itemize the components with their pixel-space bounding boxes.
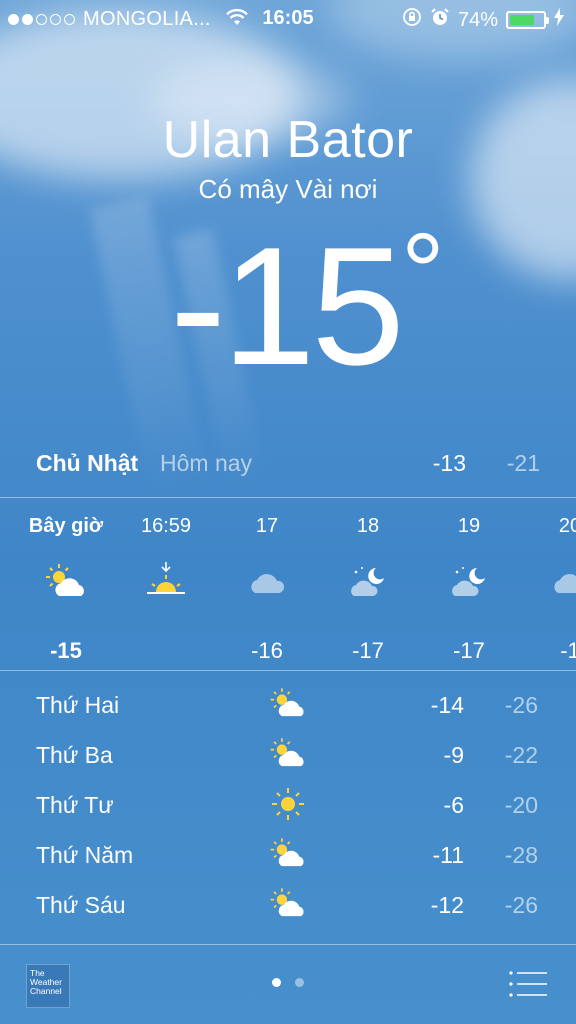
hourly-item: 17 -16 [217,512,317,668]
city-list-button[interactable] [508,970,548,998]
page-dot[interactable] [295,978,304,987]
page-indicator[interactable] [0,978,576,987]
battery-percent: 74% [457,8,498,31]
page-dot[interactable] [272,978,281,987]
partly-cloudy-sun-icon [270,738,304,767]
today-high: -13 [432,450,466,476]
rotation-lock-icon [402,7,422,33]
partly-cloudy-sun-icon [270,688,304,717]
sun-icon [272,788,304,820]
today-low: -21 [506,450,540,476]
daily-row: Thứ Tư -6 -20 [36,784,540,824]
divider [0,670,576,671]
divider [0,497,576,498]
hourly-item: 18 -17 [318,512,418,668]
weather-condition: Có mây Vài nơi [198,174,378,204]
partly-cloudy-sun-icon [270,838,304,867]
daily-row: Thứ Ba -9 -22 [36,734,540,774]
charging-bolt-icon [554,8,564,32]
hourly-item: 19 -17 [419,512,519,668]
cloud-icon [217,552,317,612]
hourly-item: 20 -1 [520,512,576,668]
cloud-icon [520,552,576,612]
partly-cloudy-night-icon [318,552,418,612]
today-label: Hôm nay [160,450,253,476]
bottom-toolbar: The Weather Channel [0,944,576,1024]
daily-row: Thứ Sáu -12 -26 [36,884,540,924]
partly-cloudy-sun-icon [270,888,304,917]
daily-row: Thứ Năm -11 -28 [36,834,540,874]
partly-cloudy-night-icon [419,552,519,612]
today-summary-row: Chủ Nhật Hôm nay -13 -21 [36,450,540,486]
alarm-icon [430,7,450,33]
hourly-item: Bây giờ -15 [16,512,116,668]
current-temperature: -15° [170,211,445,400]
list-icon [509,971,547,997]
today-day: Chủ Nhật [36,450,139,476]
city-name: Ulan Bator [162,111,414,169]
status-bar: MONGOLIA... 16:05 74% [0,0,576,40]
hourly-forecast-strip[interactable]: Bây giờ -15 16:59 17 -16 18 -17 19 -17 2… [0,500,576,670]
partly-cloudy-sun-icon [16,552,116,612]
sunset-icon [116,552,216,612]
hourly-item: 16:59 [116,512,216,668]
daily-row: Thứ Hai -14 -26 [36,684,540,724]
battery-icon [506,11,549,29]
